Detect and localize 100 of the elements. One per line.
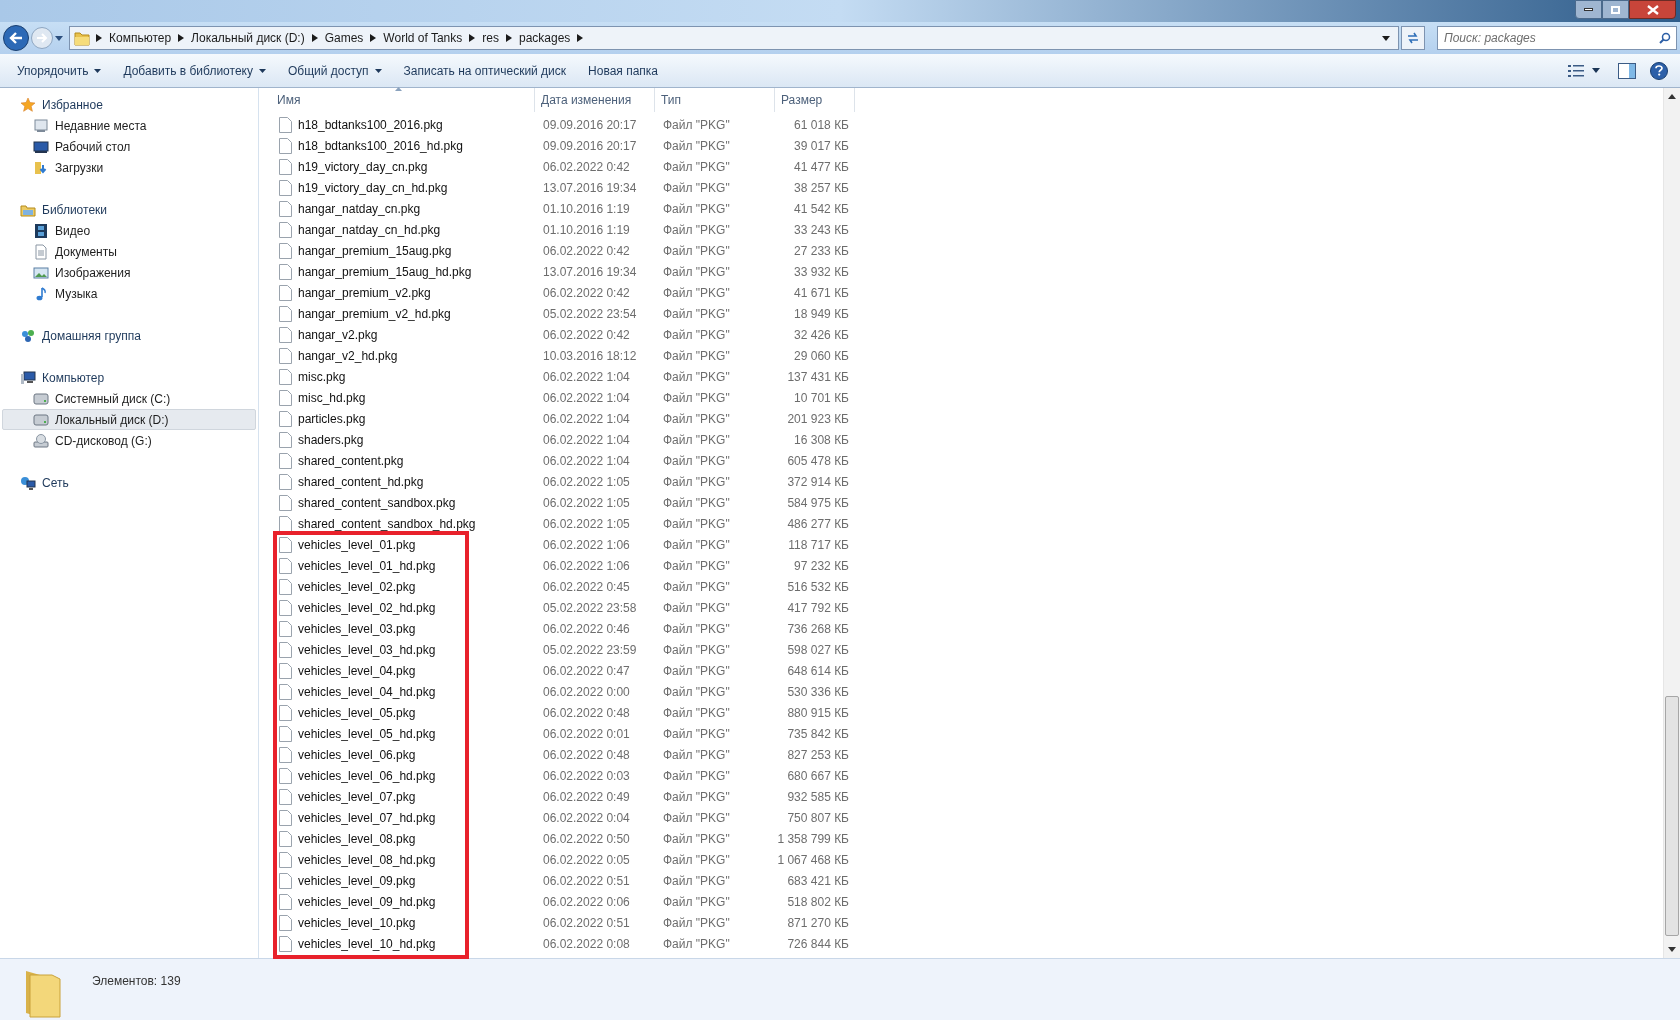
file-name[interactable]: vehicles_level_05_hd.pkg bbox=[298, 724, 436, 743]
file-name[interactable]: vehicles_level_07_hd.pkg bbox=[298, 808, 436, 827]
preview-pane-button[interactable] bbox=[1618, 62, 1636, 79]
file-name[interactable]: vehicles_level_02.pkg bbox=[298, 577, 416, 596]
toolbar-button[interactable]: Новая папка bbox=[577, 57, 670, 84]
file-name[interactable]: shared_content_hd.pkg bbox=[298, 472, 424, 491]
toolbar-button[interactable]: Упорядочить bbox=[6, 57, 113, 84]
file-name[interactable]: h18_bdtanks100_2016.pkg bbox=[298, 115, 443, 134]
file-name[interactable]: shared_content_sandbox.pkg bbox=[298, 493, 456, 512]
file-icon bbox=[279, 872, 292, 889]
file-name[interactable]: vehicles_level_10.pkg bbox=[298, 913, 416, 932]
chevron-icon[interactable] bbox=[96, 34, 102, 42]
file-name[interactable]: vehicles_level_05.pkg bbox=[298, 703, 416, 722]
scroll-up-icon[interactable] bbox=[1668, 94, 1676, 99]
file-name[interactable]: vehicles_level_02_hd.pkg bbox=[298, 598, 436, 617]
nav-item[interactable]: Изображения bbox=[2, 262, 256, 283]
column-header[interactable]: Имя bbox=[259, 88, 535, 112]
file-name[interactable]: hangar_premium_v2.pkg bbox=[298, 283, 431, 302]
file-name[interactable]: vehicles_level_04_hd.pkg bbox=[298, 682, 436, 701]
breadcrumb[interactable]: Компьютер bbox=[108, 29, 173, 47]
file-name[interactable]: vehicles_level_03_hd.pkg bbox=[298, 640, 436, 659]
file-name[interactable]: hangar_premium_v2_hd.pkg bbox=[298, 304, 451, 323]
file-name[interactable]: h18_bdtanks100_2016_hd.pkg bbox=[298, 136, 463, 155]
file-name[interactable]: vehicles_level_04.pkg bbox=[298, 661, 416, 680]
column-header[interactable]: Тип bbox=[655, 88, 775, 112]
file-name[interactable]: vehicles_level_03.pkg bbox=[298, 619, 416, 638]
nav-item[interactable]: Локальный диск (D:) bbox=[2, 409, 256, 430]
file-name[interactable]: vehicles_level_09.pkg bbox=[298, 871, 416, 890]
vertical-scrollbar[interactable] bbox=[1663, 88, 1680, 958]
minimize-button[interactable] bbox=[1575, 0, 1602, 19]
breadcrumb[interactable]: packages bbox=[517, 29, 572, 47]
column-header[interactable]: Размер bbox=[775, 88, 855, 112]
file-name[interactable]: vehicles_level_06.pkg bbox=[298, 745, 416, 764]
breadcrumb[interactable]: World of Tanks bbox=[382, 29, 464, 47]
nav-item[interactable]: Загрузки bbox=[2, 157, 256, 178]
history-caret-icon[interactable] bbox=[55, 35, 63, 41]
file-name[interactable]: hangar_premium_15aug.pkg bbox=[298, 241, 452, 260]
address-bar[interactable]: Компьютер Локальный диск (D:) Games World of Tanks res packages bbox=[69, 26, 1399, 50]
file-name[interactable]: vehicles_level_08_hd.pkg bbox=[298, 850, 436, 869]
column-header[interactable]: Дата изменения bbox=[535, 88, 655, 112]
nav-item[interactable]: Документы bbox=[2, 241, 256, 262]
file-name[interactable]: particles.pkg bbox=[298, 409, 366, 428]
breadcrumb[interactable]: Локальный диск (D:) bbox=[190, 29, 306, 47]
help-button[interactable] bbox=[1650, 61, 1668, 80]
file-name[interactable]: h19_victory_day_cn_hd.pkg bbox=[298, 178, 448, 197]
file-name[interactable]: vehicles_level_06_hd.pkg bbox=[298, 766, 436, 785]
file-name[interactable]: shared_content.pkg bbox=[298, 451, 404, 470]
file-name[interactable]: vehicles_level_01.pkg bbox=[298, 535, 416, 554]
file-name[interactable]: shaders.pkg bbox=[298, 430, 364, 449]
nav-item[interactable]: Видео bbox=[2, 220, 256, 241]
date-cell-text: 05.02.2022 23:59 bbox=[542, 641, 638, 659]
search-field[interactable]: Поиск: packages bbox=[1437, 26, 1677, 50]
scrollbar-thumb[interactable] bbox=[1665, 696, 1679, 936]
breadcrumb[interactable]: res bbox=[481, 29, 500, 47]
nav-item[interactable]: Недавние места bbox=[2, 115, 256, 136]
item-count: Элементов: 139 bbox=[92, 973, 181, 990]
back-button[interactable] bbox=[3, 25, 29, 51]
file-name[interactable]: misc.pkg bbox=[298, 367, 346, 386]
chevron-icon[interactable] bbox=[505, 34, 512, 42]
nav-item[interactable]: Системный диск (C:) bbox=[2, 388, 256, 409]
nav-item[interactable]: Музыка bbox=[2, 283, 256, 304]
toolbar-button[interactable]: Добавить в библиотеку bbox=[112, 57, 277, 84]
scroll-down-icon[interactable] bbox=[1668, 947, 1676, 952]
file-name[interactable]: vehicles_level_10_hd.pkg bbox=[298, 934, 436, 953]
chevron-icon[interactable] bbox=[370, 34, 377, 42]
nav-item[interactable]: Рабочий стол bbox=[2, 136, 256, 157]
nav-group-item[interactable]: Избранное bbox=[0, 94, 258, 115]
nav-group-item[interactable]: Сеть bbox=[0, 472, 258, 493]
file-name[interactable]: hangar_v2_hd.pkg bbox=[298, 346, 398, 365]
dropdown-caret-icon[interactable] bbox=[1382, 35, 1390, 41]
toolbar-button[interactable]: Записать на оптический диск bbox=[392, 57, 578, 84]
file-name[interactable]: vehicles_level_09_hd.pkg bbox=[298, 892, 436, 911]
type-cell-text: Файл "PKG" bbox=[662, 599, 731, 617]
chevron-icon[interactable] bbox=[469, 34, 476, 42]
date-cell-text: 06.02.2022 0:51 bbox=[542, 872, 631, 890]
maximize-button[interactable] bbox=[1602, 0, 1629, 19]
date-cell-text: 06.02.2022 0:46 bbox=[542, 620, 631, 638]
file-name[interactable]: hangar_premium_15aug_hd.pkg bbox=[298, 262, 472, 281]
nav-group-item[interactable]: Домашняя группа bbox=[0, 325, 258, 346]
file-name[interactable]: misc_hd.pkg bbox=[298, 388, 366, 407]
file-name[interactable]: shared_content_sandbox_hd.pkg bbox=[298, 514, 476, 533]
file-icon bbox=[279, 557, 292, 574]
file-name[interactable]: vehicles_level_07.pkg bbox=[298, 787, 416, 806]
file-name[interactable]: hangar_natday_cn.pkg bbox=[298, 199, 421, 218]
close-button[interactable] bbox=[1629, 0, 1676, 19]
nav-item[interactable]: CD-дисковод (G:) bbox=[2, 430, 256, 451]
file-name[interactable]: vehicles_level_08.pkg bbox=[298, 829, 416, 848]
file-name[interactable]: h19_victory_day_cn.pkg bbox=[298, 157, 428, 176]
toolbar-button[interactable]: Общий доступ bbox=[276, 57, 393, 84]
nav-group-item[interactable]: Компьютер bbox=[0, 367, 258, 388]
file-name[interactable]: hangar_natday_cn_hd.pkg bbox=[298, 220, 441, 239]
file-icon bbox=[279, 179, 292, 196]
chevron-icon[interactable] bbox=[311, 34, 318, 42]
nav-group-item[interactable]: Библиотеки bbox=[0, 199, 258, 220]
breadcrumb[interactable]: Games bbox=[323, 29, 365, 47]
file-name[interactable]: vehicles_level_01_hd.pkg bbox=[298, 556, 436, 575]
refresh-button[interactable] bbox=[1401, 26, 1425, 50]
chevron-icon[interactable] bbox=[577, 34, 584, 42]
file-name[interactable]: hangar_v2.pkg bbox=[298, 325, 378, 344]
chevron-icon[interactable] bbox=[178, 34, 185, 42]
